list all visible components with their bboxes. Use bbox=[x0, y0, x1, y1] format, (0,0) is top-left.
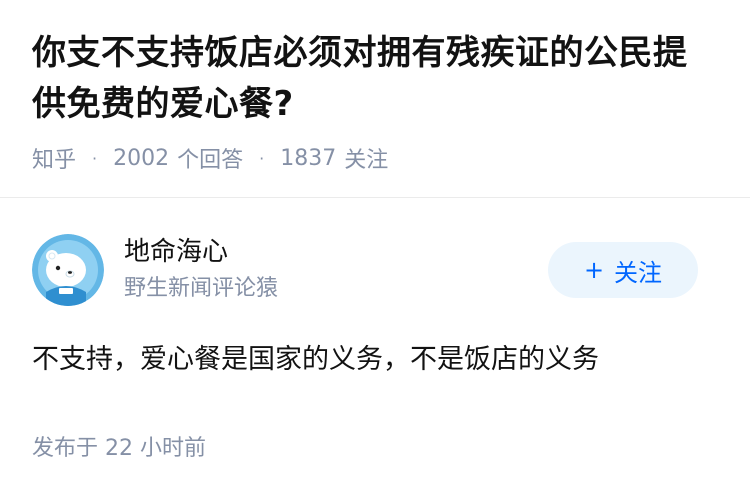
follow-button[interactable]: + 关注 bbox=[548, 242, 698, 298]
answer-content[interactable]: 不支持，爱心餐是国家的义务，不是饭店的义务 bbox=[32, 340, 718, 380]
answer-count-label[interactable]: 个回答 bbox=[177, 142, 243, 174]
question-title[interactable]: 你支不支持饭店必须对拥有残疾证的公民提供免费的爱心餐? bbox=[32, 28, 718, 130]
avatar-image bbox=[32, 234, 104, 306]
publish-time-value: 22 小时前 bbox=[105, 436, 207, 461]
answer-count: 2002 bbox=[113, 145, 170, 171]
publish-prefix: 发布于 bbox=[32, 436, 99, 461]
meta-separator: · bbox=[259, 148, 265, 168]
author-info: 地命海心 野生新闻评论猿 bbox=[124, 235, 278, 305]
follower-count-label: 关注 bbox=[344, 148, 389, 173]
question-meta: 知乎 · 2002 个回答 · 1837 关注 bbox=[32, 142, 718, 174]
author-name[interactable]: 地命海心 bbox=[124, 235, 278, 269]
plus-icon: + bbox=[583, 256, 605, 284]
source-label[interactable]: 知乎 bbox=[32, 142, 76, 174]
question-header: 你支不支持饭店必须对拥有残疾证的公民提供免费的爱心餐? 知乎 · 2002 个回… bbox=[0, 0, 750, 174]
answer-card: 地命海心 野生新闻评论猿 + 关注 不支持，爱心餐是国家的义务，不是饭店的义务 … bbox=[0, 232, 750, 462]
avatar[interactable] bbox=[32, 234, 104, 306]
meta-separator: · bbox=[92, 148, 98, 168]
publish-time: 发布于 22 小时前 bbox=[32, 430, 718, 462]
follower-count: 1837 bbox=[280, 145, 337, 171]
divider bbox=[0, 197, 750, 198]
author-row: 地命海心 野生新闻评论猿 + 关注 bbox=[32, 232, 718, 308]
author-bio: 野生新闻评论猿 bbox=[124, 276, 279, 301]
follow-button-label: 关注 bbox=[614, 258, 663, 287]
